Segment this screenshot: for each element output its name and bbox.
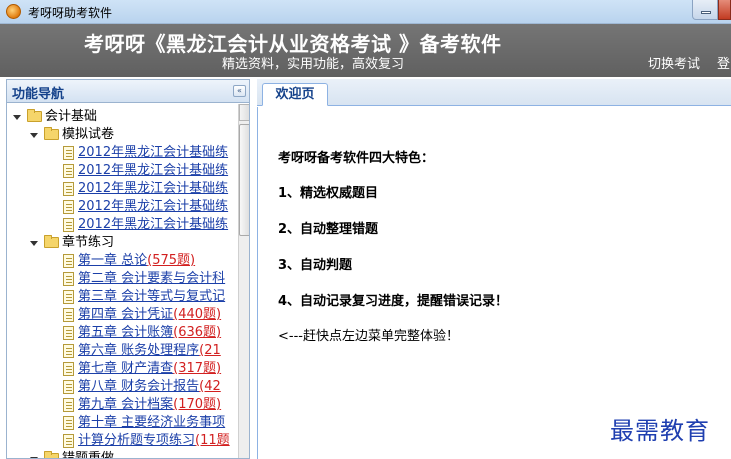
folder-icon	[27, 109, 42, 122]
app-icon	[6, 4, 21, 19]
nav-title: 功能导航	[12, 87, 65, 102]
minimize-icon	[701, 11, 711, 14]
tab-welcome[interactable]: 欢迎页	[262, 83, 328, 106]
question-count: (317题)	[173, 361, 222, 376]
welcome-content: 考呀呀备考软件四大特色： 1、精选权威题目 2、自动整理错题 3、自动判题 4、…	[257, 107, 731, 459]
expand-arrow-icon[interactable]	[30, 241, 38, 246]
document-icon	[63, 308, 74, 322]
mock-exam-link[interactable]: 2012年黑龙江会计基础练	[78, 198, 228, 216]
tree-leaf-chapter[interactable]: 第九章 会计档案(170题)	[7, 396, 237, 414]
document-icon	[63, 380, 74, 394]
tree-node-label: 模拟试卷	[62, 127, 115, 142]
chapter-link[interactable]: 第九章 会计档案	[78, 397, 173, 412]
switch-exam-link[interactable]: 切换考试	[648, 53, 700, 72]
document-icon	[63, 434, 74, 448]
tree-node-wrong-questions[interactable]: 错题重做	[7, 450, 237, 459]
chapter-link[interactable]: 第五章 会计账簿	[78, 325, 173, 340]
nav-tree: 会计基础 模拟试卷 2012年黑龙江会计基础练 2012年黑龙江会计基础练 20…	[7, 104, 237, 459]
document-icon	[63, 218, 74, 232]
chapter-link[interactable]: 第十章 主要经济业务事项	[78, 415, 225, 430]
tree-leaf-chapter[interactable]: 计算分析题专项练习(11题	[7, 432, 237, 450]
document-icon	[63, 146, 74, 160]
question-count: (440题)	[173, 307, 222, 322]
question-count: (21	[199, 343, 221, 358]
document-icon	[63, 182, 74, 196]
document-icon	[63, 200, 74, 214]
expand-arrow-icon[interactable]	[30, 133, 38, 138]
feature-item: 3、自动判题	[278, 258, 353, 273]
chapter-link[interactable]: 第二章 会计要素与会计科	[78, 271, 225, 286]
nav-panel: 功能导航 « 会计基础 模拟试卷 2012年黑龙江会计基础练 2012年黑龙江会…	[6, 79, 250, 459]
feature-item: 4、自动记录复习进度，提醒错误记录！	[278, 294, 509, 309]
document-icon	[63, 164, 74, 178]
tree-leaf-mock-exam[interactable]: 2012年黑龙江会计基础练	[7, 198, 237, 216]
tree-leaf-chapter[interactable]: 第一章 总论(575题)	[7, 252, 237, 270]
tree-node-chapter-practice[interactable]: 章节练习	[7, 234, 237, 252]
banner-subtitle: 精选资料，实用功能，高效复习	[222, 57, 405, 72]
close-button[interactable]	[718, 0, 731, 20]
document-icon	[63, 398, 74, 412]
mock-exam-link[interactable]: 2012年黑龙江会计基础练	[78, 180, 228, 198]
tree-leaf-mock-exam[interactable]: 2012年黑龙江会计基础练	[7, 162, 237, 180]
chapter-link[interactable]: 第一章 总论	[78, 253, 147, 268]
chapter-link[interactable]: 第八章 财务会计报告	[78, 379, 199, 394]
tree-node-label: 错题重做	[62, 451, 115, 459]
document-icon	[63, 254, 74, 268]
mock-exam-link[interactable]: 2012年黑龙江会计基础练	[78, 216, 228, 234]
header-banner: 考呀呀《黑龙江会计从业资格考试 》备考软件 精选资料，实用功能，高效复习 切换考…	[0, 24, 731, 77]
tree-leaf-chapter[interactable]: 第六章 账务处理程序(21	[7, 342, 237, 360]
features-heading: 考呀呀备考软件四大特色：	[278, 151, 435, 166]
scroll-thumb[interactable]	[239, 124, 249, 236]
tree-leaf-mock-exam[interactable]: 2012年黑龙江会计基础练	[7, 216, 237, 234]
question-count: (11题	[195, 433, 230, 448]
window-title: 考呀呀助考软件	[28, 6, 113, 20]
document-icon	[63, 416, 74, 430]
feature-item: 1、精选权威题目	[278, 186, 379, 201]
mock-exam-link[interactable]: 2012年黑龙江会计基础练	[78, 144, 228, 162]
scroll-up-button[interactable]	[239, 104, 249, 121]
tree-node-accounting-basics[interactable]: 会计基础	[7, 108, 237, 126]
window-titlebar: 考呀呀助考软件	[0, 0, 731, 24]
question-count: (636题)	[173, 325, 222, 340]
login-link[interactable]: 登	[717, 53, 730, 72]
hint-text: <---赶快点左边菜单完整体验！	[278, 329, 459, 344]
tree-leaf-chapter[interactable]: 第七章 财产清查(317题)	[7, 360, 237, 378]
nav-scrollbar[interactable]	[238, 104, 249, 458]
question-count: (42	[199, 379, 221, 394]
question-count: (170题)	[173, 397, 222, 412]
folder-icon	[44, 235, 59, 248]
tree-leaf-mock-exam[interactable]: 2012年黑龙江会计基础练	[7, 180, 237, 198]
tree-leaf-chapter[interactable]: 第二章 会计要素与会计科	[7, 270, 237, 288]
minimize-button[interactable]	[692, 0, 718, 20]
tree-node-label: 会计基础	[45, 109, 98, 124]
tree-leaf-chapter[interactable]: 第三章 会计等式与复式记	[7, 288, 237, 306]
tree-leaf-chapter[interactable]: 第十章 主要经济业务事项	[7, 414, 237, 432]
chapter-link[interactable]: 计算分析题专项练习	[78, 433, 195, 448]
watermark: 最需教育	[610, 417, 710, 445]
chapter-link[interactable]: 第七章 财产清查	[78, 361, 173, 376]
expand-arrow-icon[interactable]	[13, 115, 21, 120]
chapter-link[interactable]: 第三章 会计等式与复式记	[78, 289, 225, 304]
document-icon	[63, 326, 74, 340]
tree-node-mock-exams[interactable]: 模拟试卷	[7, 126, 237, 144]
folder-icon	[44, 127, 59, 140]
feature-item: 2、自动整理错题	[278, 222, 379, 237]
chapter-link[interactable]: 第六章 账务处理程序	[78, 343, 199, 358]
tree-leaf-chapter[interactable]: 第四章 会计凭证(440题)	[7, 306, 237, 324]
tree-leaf-chapter[interactable]: 第五章 会计账簿(636题)	[7, 324, 237, 342]
document-icon	[63, 362, 74, 376]
document-icon	[63, 344, 74, 358]
tree-leaf-mock-exam[interactable]: 2012年黑龙江会计基础练	[7, 144, 237, 162]
chapter-link[interactable]: 第四章 会计凭证	[78, 307, 173, 322]
question-count: (575题)	[147, 253, 196, 268]
tree-node-label: 章节练习	[62, 235, 115, 250]
document-icon	[63, 290, 74, 304]
document-icon	[63, 272, 74, 286]
folder-icon	[44, 451, 59, 458]
collapse-panel-button[interactable]: «	[233, 85, 246, 97]
tab-strip: 欢迎页	[257, 79, 731, 106]
tree-leaf-chapter[interactable]: 第八章 财务会计报告(42	[7, 378, 237, 396]
mock-exam-link[interactable]: 2012年黑龙江会计基础练	[78, 162, 228, 180]
nav-header: 功能导航 «	[7, 80, 249, 103]
